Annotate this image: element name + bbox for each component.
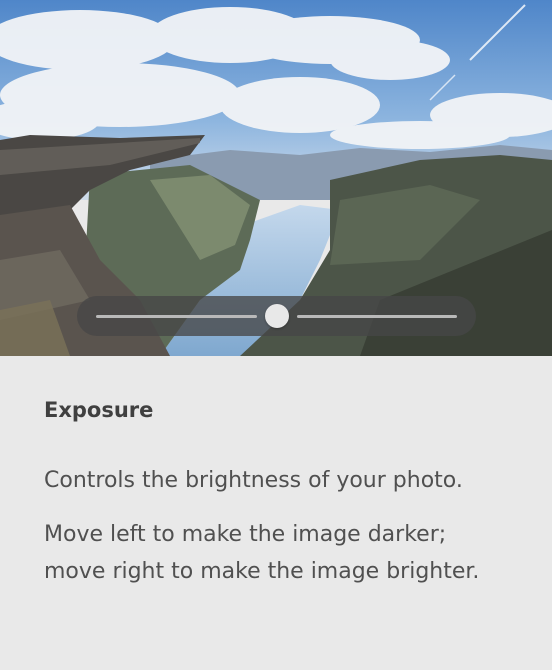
exposure-slider[interactable] [77, 296, 476, 336]
description-paragraph-2: Move left to make the image darker; move… [44, 522, 480, 584]
slider-track-right[interactable] [296, 315, 457, 318]
slider-track-left[interactable] [96, 315, 257, 318]
slider-thumb[interactable] [264, 304, 289, 328]
description-paragraph-1: Controls the brightness of your photo. [44, 468, 463, 493]
page-title: Exposure [44, 398, 154, 422]
exposure-help-card: Exposure Controls the brightness of your… [0, 0, 552, 670]
